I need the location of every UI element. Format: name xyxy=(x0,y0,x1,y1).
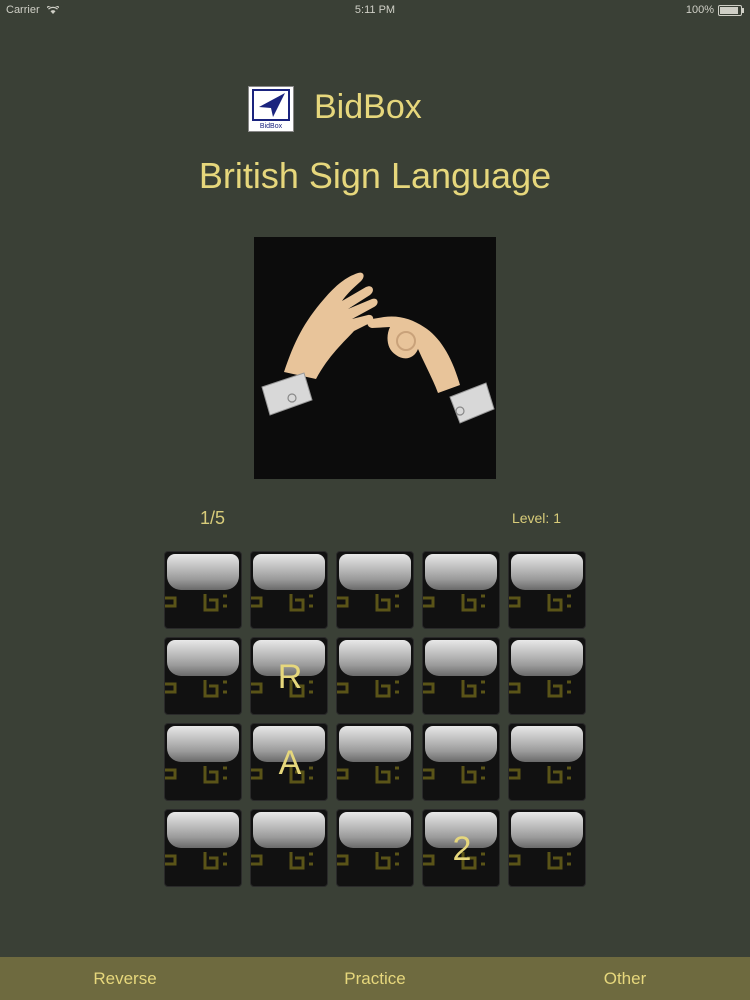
logo-text: BidBox xyxy=(260,123,283,130)
tile-label xyxy=(423,552,499,628)
tile-label: A xyxy=(278,743,302,782)
tile-label xyxy=(509,810,585,886)
letter-tile[interactable] xyxy=(422,637,500,715)
sign-hands-illustration xyxy=(261,272,495,424)
question-progress: 1/5 xyxy=(200,508,226,528)
letter-tile[interactable]: R xyxy=(250,637,328,715)
letter-tile[interactable] xyxy=(164,723,242,801)
letter-tile[interactable] xyxy=(164,809,242,887)
level-label: Level: 1 xyxy=(511,510,561,526)
letter-tile[interactable] xyxy=(508,723,586,801)
tile-label xyxy=(423,638,499,714)
status-time: 5:11 PM xyxy=(354,4,396,16)
letter-tile[interactable] xyxy=(250,551,328,629)
tile-label xyxy=(337,638,413,714)
tile-label: 2 xyxy=(452,829,472,868)
tab-reverse[interactable]: Reverse xyxy=(0,957,250,1000)
letter-tile[interactable] xyxy=(336,551,414,629)
letter-tile[interactable] xyxy=(336,809,414,887)
tile-label xyxy=(509,724,585,800)
battery-percent: 100% xyxy=(685,4,714,16)
letter-tile[interactable] xyxy=(164,637,242,715)
bidbox-logo-icon: BidBox xyxy=(252,89,290,130)
battery-status: 100% xyxy=(685,4,744,16)
letter-tile[interactable] xyxy=(422,551,500,629)
tab-practice[interactable]: Practice xyxy=(250,957,500,1000)
letter-tile[interactable] xyxy=(164,551,242,629)
status-bar: Carrier 5:11 PM 100% xyxy=(0,0,750,20)
tile-label xyxy=(165,724,241,800)
bidbox-logo: BidBox xyxy=(248,86,294,132)
sign-image xyxy=(254,237,496,479)
tile-label: R xyxy=(277,657,303,696)
tab-other[interactable]: Other xyxy=(500,957,750,1000)
tile-label xyxy=(251,552,327,628)
letter-tile[interactable] xyxy=(336,723,414,801)
tile-label xyxy=(337,810,413,886)
tile-label xyxy=(165,810,241,886)
app-name: BidBox xyxy=(314,88,422,126)
tile-label xyxy=(509,552,585,628)
letter-tile[interactable]: 2 xyxy=(422,809,500,887)
letter-tile-grid: R A 2 xyxy=(164,551,586,887)
letter-tile[interactable] xyxy=(508,637,586,715)
tile-label xyxy=(337,552,413,628)
battery-icon xyxy=(718,4,744,16)
tile-label xyxy=(337,724,413,800)
tile-label xyxy=(165,552,241,628)
letter-tile[interactable] xyxy=(508,551,586,629)
tile-label xyxy=(509,638,585,714)
tile-label xyxy=(165,638,241,714)
page-title: British Sign Language xyxy=(198,155,552,196)
letter-tile[interactable] xyxy=(250,809,328,887)
tile-label xyxy=(423,724,499,800)
letter-tile[interactable]: A xyxy=(250,723,328,801)
tile-label xyxy=(251,810,327,886)
letter-tile[interactable] xyxy=(336,637,414,715)
letter-tile[interactable] xyxy=(422,723,500,801)
letter-tile[interactable] xyxy=(508,809,586,887)
tab-bar: Reverse Practice Other xyxy=(0,957,750,1000)
